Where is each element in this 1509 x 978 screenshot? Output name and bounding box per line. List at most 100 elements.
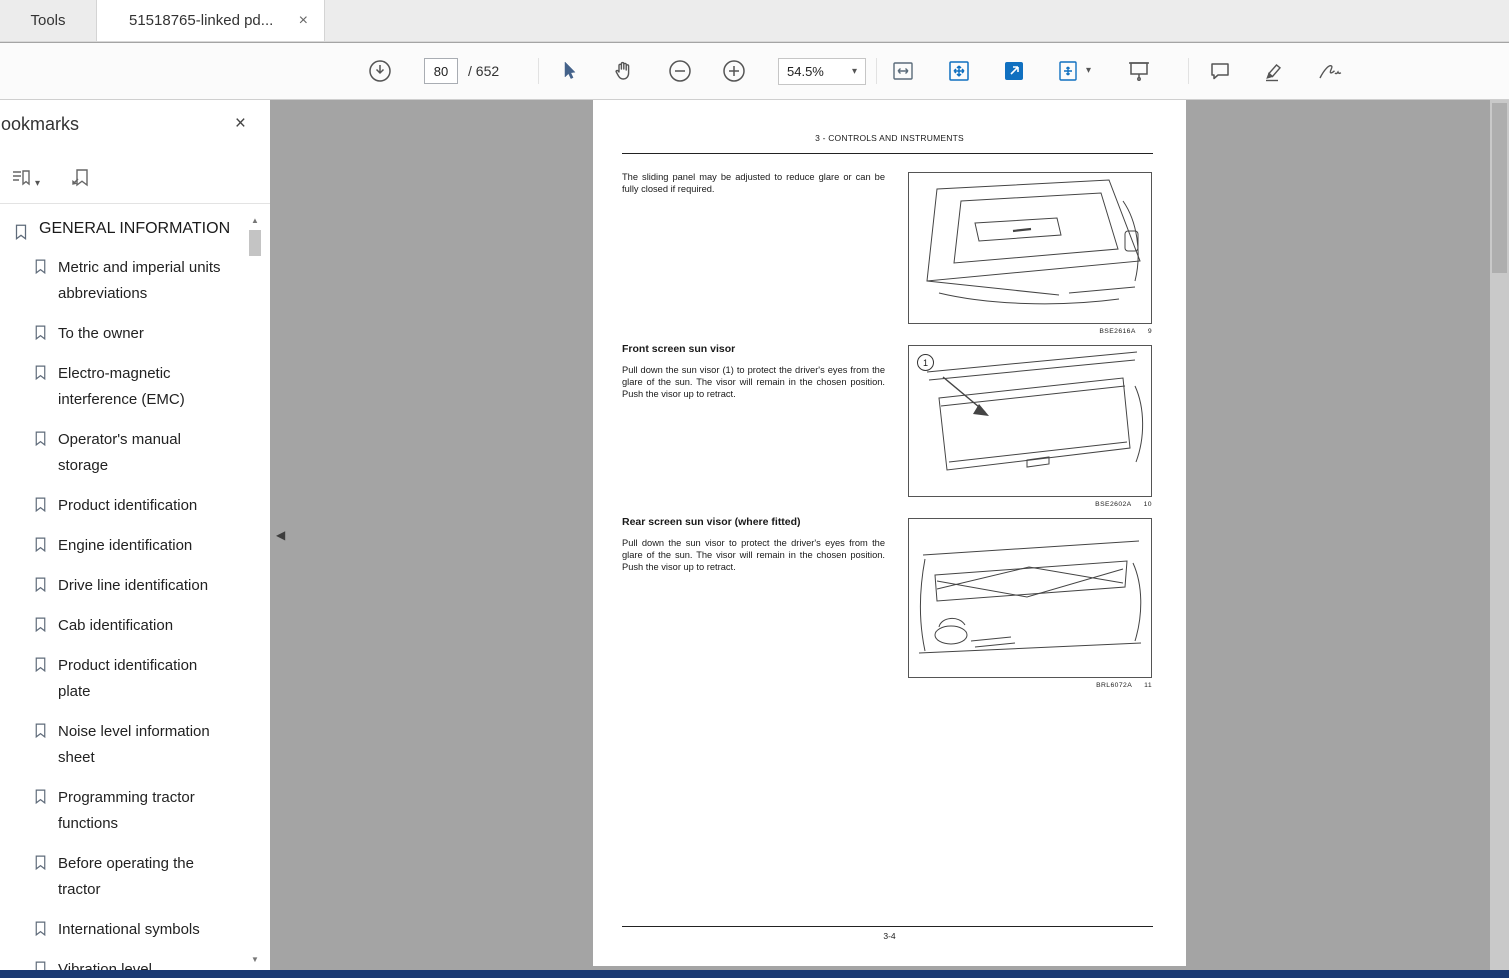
bookmark-item-label: Drive line identification bbox=[58, 577, 209, 594]
bookmarks-panel-title: Bookmarks bbox=[0, 114, 80, 134]
figure-code: BRL6072A bbox=[1096, 682, 1133, 689]
figure-code: BSE2616A bbox=[1099, 328, 1136, 335]
tab-tools[interactable]: Tools bbox=[0, 0, 97, 41]
bookmark-icon bbox=[35, 325, 46, 341]
figure-front-visor: 1 bbox=[908, 345, 1152, 497]
bookmark-item-product-identification[interactable]: Product identification bbox=[10, 486, 242, 526]
bookmark-item-cab-identification[interactable]: Cab identification bbox=[10, 606, 242, 646]
page-header: 3 - CONTROLS AND INSTRUMENTS bbox=[815, 133, 964, 143]
figure-caption: BSE2616A 9 bbox=[908, 328, 1152, 335]
page-footer: 3-4 bbox=[883, 931, 896, 941]
scrollbar-thumb[interactable] bbox=[249, 230, 261, 256]
chevron-down-icon: ▾ bbox=[35, 177, 41, 189]
bookmark-icon bbox=[35, 365, 46, 381]
bookmark-item-label: Product identification plate bbox=[58, 657, 198, 700]
zoom-out-icon[interactable] bbox=[668, 59, 692, 83]
zoom-level-select[interactable]: 54.5% ▾ bbox=[778, 58, 866, 85]
bookmark-item-label: Metric and imperial units abbreviations bbox=[58, 259, 221, 302]
front-visor-drawing bbox=[926, 351, 1144, 471]
bookmark-root-general-information[interactable]: GENERAL INFORMATION bbox=[10, 212, 242, 248]
document-viewport: ◀ 3 - CONTROLS AND INSTRUMENTS The slidi… bbox=[270, 100, 1509, 970]
comment-icon[interactable] bbox=[1208, 59, 1232, 83]
bookmark-item-programming-tractor-functions[interactable]: Programming tractor functions bbox=[10, 778, 242, 844]
bookmark-icon bbox=[35, 431, 46, 447]
bookmark-item-label: Engine identification bbox=[58, 537, 193, 554]
bookmark-item-noise-level-information-sheet[interactable]: Noise level information sheet bbox=[10, 712, 242, 778]
highlight-icon[interactable] bbox=[1262, 59, 1286, 83]
bookmark-item-label: Electro-magnetic interference (EMC) bbox=[58, 365, 185, 408]
bookmark-item-vibration-level-information-sheet[interactable]: Vibration level information sheet bbox=[10, 950, 242, 970]
bookmark-item-label: Cab identification bbox=[58, 617, 174, 634]
hand-tool-icon[interactable] bbox=[612, 59, 636, 83]
page-number-input[interactable] bbox=[424, 58, 458, 84]
scroll-up-icon[interactable]: ▲ bbox=[247, 216, 263, 225]
tab-close-icon[interactable]: × bbox=[295, 12, 312, 30]
bookmark-item-engine-identification[interactable]: Engine identification bbox=[10, 526, 242, 566]
bookmark-item-international-symbols[interactable]: International symbols bbox=[10, 910, 242, 950]
bookmark-item-label: Before operating the tractor bbox=[58, 855, 194, 898]
figure-number: 11 bbox=[1144, 682, 1152, 689]
fit-page-icon[interactable] bbox=[946, 59, 972, 83]
select-tool-icon[interactable] bbox=[558, 59, 582, 83]
bookmark-item-before-operating-the-tractor[interactable]: Before operating the tractor bbox=[10, 844, 242, 910]
bookmark-icon bbox=[35, 577, 46, 593]
document-scrollbar[interactable] bbox=[1490, 100, 1509, 970]
bookmark-icon bbox=[35, 537, 46, 553]
tab-document[interactable]: 51518765-linked pd... × bbox=[97, 0, 325, 41]
fill-sign-icon[interactable] bbox=[1316, 59, 1344, 83]
bookmark-options-button[interactable]: ▾ bbox=[10, 167, 40, 189]
bookmark-item-label: Operator's manual storage bbox=[58, 431, 181, 474]
chevron-down-icon: ▾ bbox=[851, 66, 857, 77]
bookmark-item-label: Vibration level information sheet bbox=[58, 961, 152, 970]
bookmarks-tree: GENERAL INFORMATION Metric and imperial … bbox=[10, 212, 242, 970]
bookmark-item-drive-line-identification[interactable]: Drive line identification bbox=[10, 566, 242, 606]
section-heading: Front screen sun visor bbox=[622, 343, 736, 355]
bookmark-icon bbox=[35, 497, 46, 513]
find-current-bookmark-button[interactable] bbox=[70, 167, 92, 189]
download-icon[interactable] bbox=[368, 59, 392, 83]
organize-pages-icon[interactable] bbox=[1056, 59, 1080, 83]
bookmark-item-to-the-owner[interactable]: To the owner bbox=[10, 314, 242, 354]
figure-code: BSE2602A bbox=[1095, 501, 1132, 508]
collapse-sidebar-button[interactable]: ◀ bbox=[276, 528, 285, 542]
bookmark-icon bbox=[35, 723, 46, 739]
zoom-level-value: 54.5% bbox=[787, 64, 824, 79]
bookmark-item-product-identification-plate[interactable]: Product identification plate bbox=[10, 646, 242, 712]
bookmark-icon bbox=[15, 224, 27, 241]
section-body: Pull down the sun visor to protect the d… bbox=[622, 538, 885, 572]
tab-document-label: 51518765-linked pd... bbox=[129, 12, 274, 29]
tab-tools-label: Tools bbox=[30, 12, 66, 29]
fit-width-icon[interactable] bbox=[890, 59, 916, 83]
bookmark-icon bbox=[35, 789, 46, 805]
scroll-down-icon[interactable]: ▼ bbox=[247, 955, 263, 964]
scrollbar-thumb[interactable] bbox=[1492, 103, 1507, 273]
bookmarks-panel: Bookmarks × ▾ GENERAL INFORMATION Metri bbox=[0, 100, 270, 970]
section-body: The sliding panel may be adjusted to red… bbox=[622, 172, 885, 194]
figure-number: 9 bbox=[1147, 328, 1152, 335]
bookmark-item-metric-imperial[interactable]: Metric and imperial units abbreviations bbox=[10, 248, 242, 314]
bookmark-icon bbox=[35, 617, 46, 633]
bookmarks-toolbar: ▾ bbox=[0, 152, 270, 204]
footer-rule bbox=[622, 926, 1153, 927]
toolbar-divider bbox=[1188, 58, 1189, 84]
sliding-panel-drawing bbox=[926, 179, 1141, 305]
rear-visor-drawing bbox=[918, 540, 1142, 654]
bookmark-item-emc[interactable]: Electro-magnetic interference (EMC) bbox=[10, 354, 242, 420]
toolbar-divider bbox=[538, 58, 539, 84]
presentation-icon[interactable] bbox=[1126, 59, 1152, 83]
header-rule bbox=[622, 153, 1153, 154]
bookmark-item-label: Programming tractor functions bbox=[58, 789, 195, 832]
bookmark-item-label: Noise level information sheet bbox=[58, 723, 210, 766]
tab-bar: Tools 51518765-linked pd... × bbox=[0, 0, 1509, 42]
close-panel-icon[interactable]: × bbox=[235, 113, 246, 135]
bookmark-item-label: International symbols bbox=[58, 921, 200, 938]
bookmark-item-operators-manual-storage[interactable]: Operator's manual storage bbox=[10, 420, 242, 486]
figure-rear-visor bbox=[908, 518, 1152, 678]
chevron-down-icon[interactable]: ▾ bbox=[1086, 65, 1091, 76]
figure-number: 10 bbox=[1143, 501, 1152, 508]
bookmark-icon bbox=[35, 657, 46, 673]
sidebar-scrollbar[interactable]: ▲ ▼ bbox=[247, 212, 263, 968]
zoom-in-icon[interactable] bbox=[722, 59, 746, 83]
full-screen-icon[interactable] bbox=[1002, 59, 1026, 83]
section-heading: Rear screen sun visor (where fitted) bbox=[622, 516, 801, 528]
